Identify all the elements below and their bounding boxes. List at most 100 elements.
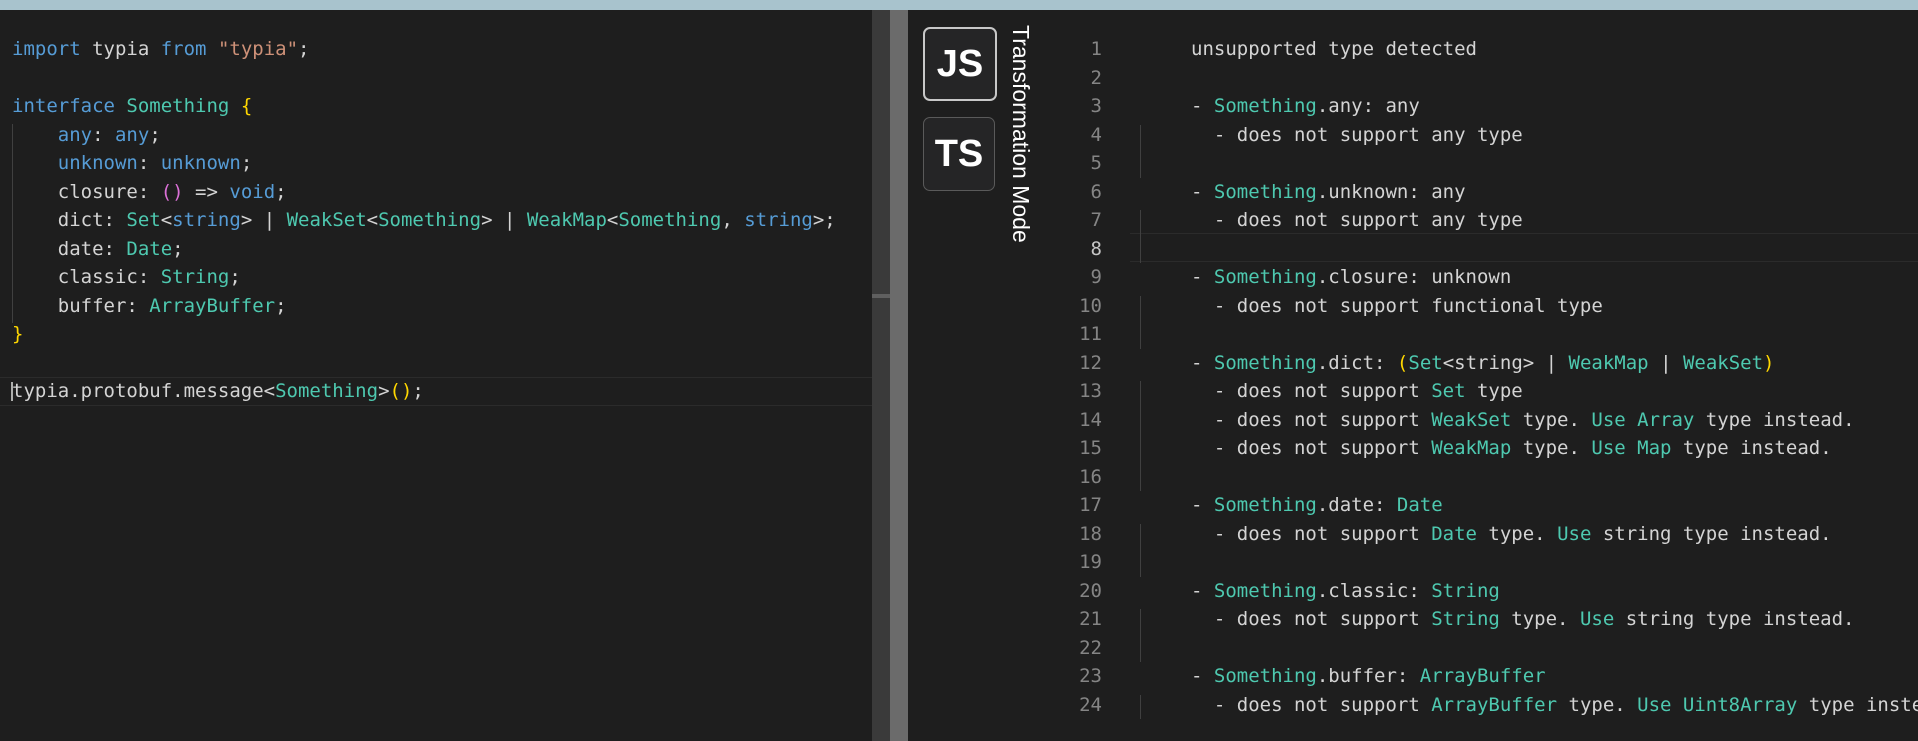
line-number: 21: [1079, 608, 1102, 630]
code-token: <string> |: [1442, 351, 1569, 374]
output-line[interactable]: 13 - does not support Set type: [1050, 377, 1918, 406]
output-line[interactable]: 11: [1050, 320, 1918, 349]
code-token: .buffer:: [1316, 665, 1420, 687]
code-token: ;: [412, 380, 424, 402]
line-number: 19: [1079, 551, 1102, 573]
line-number: 7: [1090, 209, 1102, 231]
code-token: - does not support any type: [1191, 123, 1523, 146]
output-line[interactable]: 10 - does not support functional type: [1050, 292, 1918, 321]
js-mode-button[interactable]: JS: [923, 27, 997, 101]
ts-mode-button[interactable]: TS: [923, 117, 995, 191]
code-token: ArrayBuffer: [149, 294, 276, 317]
output-line[interactable]: 19: [1050, 548, 1918, 577]
output-line[interactable]: 18 - does not support Date type. Use str…: [1050, 520, 1918, 549]
code-token: type.: [1499, 608, 1580, 630]
code-line[interactable]: date: Date;: [12, 235, 836, 264]
code-token: }: [12, 323, 24, 345]
code-line[interactable]: }: [12, 320, 836, 349]
code-token: type.: [1476, 522, 1558, 545]
code-token: void: [229, 180, 276, 203]
line-number: 16: [1079, 465, 1102, 488]
code-token: String: [1431, 579, 1500, 602]
output-line[interactable]: 6 - Something.unknown: any: [1050, 178, 1918, 207]
code-line[interactable]: [12, 64, 836, 93]
code-token: <: [160, 209, 173, 231]
code-token: Use: [1557, 522, 1592, 545]
code-token: -: [1191, 579, 1214, 602]
code-line[interactable]: [12, 349, 836, 378]
output-line[interactable]: 17 - Something.date: Date: [1050, 491, 1918, 520]
line-number: 8: [1090, 237, 1102, 260]
output-line[interactable]: 15 - does not support WeakMap type. Use …: [1050, 434, 1918, 463]
output-line[interactable]: 5: [1050, 149, 1918, 178]
code-line[interactable]: buffer: ArrayBuffer;: [12, 292, 836, 321]
source-code-editor[interactable]: import typia from "typia"; interface Som…: [0, 10, 872, 741]
code-token: type.: [1511, 437, 1592, 459]
line-number: 10: [1079, 294, 1102, 317]
source-code-lines[interactable]: import typia from "typia"; interface Som…: [12, 35, 836, 406]
code-line[interactable]: classic: String;: [12, 263, 836, 292]
output-line[interactable]: 20 - Something.classic: String: [1050, 577, 1918, 606]
code-line[interactable]: dict: Set<string> | WeakSet<Something> |…: [12, 206, 836, 235]
code-token: unknown: [57, 152, 138, 174]
code-token: Date: [126, 237, 173, 260]
output-line[interactable]: 4 - does not support any type: [1050, 121, 1918, 150]
code-token: unsupported type detected: [1191, 38, 1477, 60]
code-token: Something: [618, 209, 722, 231]
code-token: string: [172, 209, 241, 231]
output-line[interactable]: 1 unsupported type detected: [1050, 35, 1918, 64]
pane-splitter[interactable]: [890, 10, 908, 741]
line-number: 23: [1079, 665, 1102, 687]
line-number: 11: [1079, 323, 1102, 345]
code-line[interactable]: interface Something {: [12, 92, 836, 121]
code-line[interactable]: unknown: unknown;: [12, 149, 836, 178]
output-line[interactable]: 16: [1050, 463, 1918, 492]
code-line[interactable]: import typia from "typia";: [12, 35, 836, 64]
code-token: ArrayBuffer: [1419, 665, 1546, 687]
code-token: Use: [1579, 608, 1615, 630]
code-token: .dict:: [1316, 351, 1397, 374]
code-token: string type instead.: [1614, 608, 1855, 630]
code-token: .unknown: any: [1316, 180, 1466, 203]
output-line[interactable]: 7 - does not support any type: [1050, 206, 1918, 235]
output-line[interactable]: 23 - Something.buffer: ArrayBuffer: [1050, 662, 1918, 691]
line-number: 17: [1079, 494, 1102, 516]
code-line[interactable]: typia.protobuf.message<Something>();: [12, 377, 836, 406]
code-token: <: [366, 209, 379, 231]
line-number: 14: [1079, 408, 1102, 431]
source-editor-scrollbar[interactable]: [872, 10, 890, 741]
code-token: ArrayBuffer: [1431, 693, 1558, 716]
output-line[interactable]: 24 - does not support ArrayBuffer type. …: [1050, 691, 1918, 720]
output-code-lines[interactable]: 1 unsupported type detected 2 3- Something.…: [1050, 35, 1918, 719]
output-line[interactable]: 8: [1050, 235, 1918, 264]
output-line[interactable]: 14 - does not support WeakSet type. Use …: [1050, 406, 1918, 435]
code-token: typia: [80, 38, 161, 60]
line-number: 3: [1090, 95, 1102, 117]
output-line[interactable]: 2: [1050, 64, 1918, 93]
output-line[interactable]: 9 - Something.closure: unknown: [1050, 263, 1918, 292]
code-token: ;: [298, 38, 310, 60]
output-line[interactable]: 3 - Something.any: any: [1050, 92, 1918, 121]
code-token: -: [1191, 351, 1214, 374]
code-token: (): [389, 380, 413, 402]
code-token: WeakSet: [1682, 351, 1764, 374]
line-number: 22: [1079, 636, 1102, 659]
code-token: .classic:: [1316, 579, 1432, 602]
code-token: WeakSet: [286, 209, 367, 231]
output-line[interactable]: 21 - does not support String type. Use s…: [1050, 605, 1918, 634]
line-number: 13: [1079, 380, 1102, 402]
code-line[interactable]: closure: () => void;: [12, 178, 836, 207]
code-line[interactable]: any: any;: [12, 121, 836, 150]
code-token: WeakMap: [1568, 351, 1649, 374]
code-token: =>: [183, 180, 230, 203]
code-token: closure:: [12, 180, 161, 203]
code-token: Use: [1637, 693, 1672, 716]
code-token: |: [1648, 351, 1683, 374]
code-token: -: [1191, 95, 1214, 117]
output-line[interactable]: 22: [1050, 634, 1918, 663]
output-line[interactable]: 12 - Something.dict: (Set<string> | WeakM…: [1050, 349, 1918, 378]
